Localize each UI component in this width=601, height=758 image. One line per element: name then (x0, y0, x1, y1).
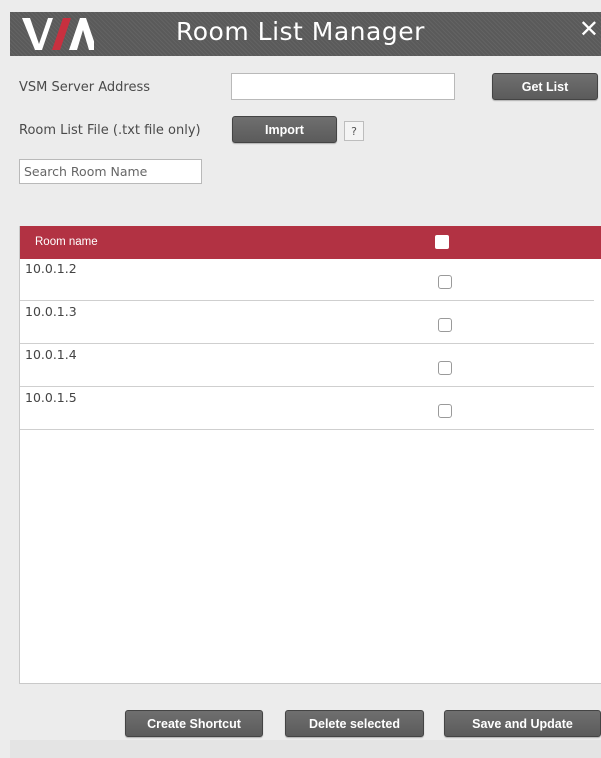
room-name-cell: 10.0.1.2 (25, 261, 77, 276)
table-header: Room name (20, 226, 601, 259)
room-name-cell: 10.0.1.4 (25, 347, 77, 362)
row-checkbox[interactable] (438, 404, 452, 418)
via-logo (22, 18, 94, 50)
table-row: 10.0.1.2 (20, 259, 594, 301)
search-room-input[interactable] (19, 159, 202, 184)
save-and-update-button[interactable]: Save and Update (444, 710, 601, 737)
get-list-button[interactable]: Get List (492, 73, 598, 100)
table-row: 10.0.1.4 (20, 345, 594, 387)
select-all-checkbox[interactable] (435, 235, 449, 249)
server-address-input[interactable] (231, 73, 455, 100)
window-title: Room List Manager (176, 17, 425, 46)
footer-bar (10, 740, 601, 758)
row-checkbox[interactable] (438, 318, 452, 332)
room-name-cell: 10.0.1.3 (25, 304, 77, 319)
close-icon[interactable]: ✕ (579, 15, 599, 43)
room-table: Room name 10.0.1.2 10.0.1.3 10.0.1.4 10.… (19, 226, 601, 684)
table-row: 10.0.1.3 (20, 302, 594, 344)
help-button[interactable]: ? (344, 121, 364, 141)
server-address-label: VSM Server Address (19, 80, 151, 95)
create-shortcut-button[interactable]: Create Shortcut (125, 710, 263, 737)
room-name-column-header: Room name (35, 236, 98, 248)
row-checkbox[interactable] (438, 361, 452, 375)
room-name-cell: 10.0.1.5 (25, 390, 77, 405)
row-checkbox[interactable] (438, 275, 452, 289)
title-bar: Room List Manager ✕ (10, 12, 601, 56)
room-list-file-label: Room List File (.txt file only) (19, 123, 201, 138)
import-button[interactable]: Import (232, 116, 337, 143)
delete-selected-button[interactable]: Delete selected (285, 710, 424, 737)
room-list-manager-window: Room List Manager ✕ VSM Server Address G… (0, 0, 601, 758)
table-row: 10.0.1.5 (20, 388, 594, 430)
